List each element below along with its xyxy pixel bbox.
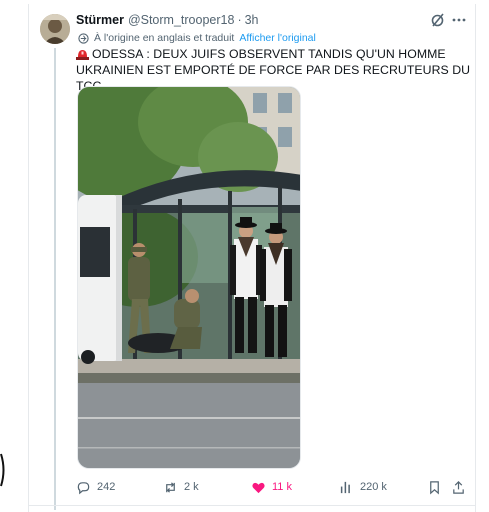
- speech-bubble-icon: [77, 481, 90, 494]
- translation-note: À l'origine en anglais et traduit: [94, 32, 235, 44]
- author-handle[interactable]: @Storm_trooper18: [128, 13, 235, 27]
- like-count: 11 k: [272, 481, 292, 493]
- tweet-photo[interactable]: [77, 86, 301, 469]
- views-button[interactable]: 220 k: [339, 478, 387, 496]
- author-name[interactable]: Stürmer: [76, 13, 124, 27]
- tweet-header: Stürmer @Storm_trooper18 · 3h: [76, 11, 259, 29]
- repost-arrows-icon: [166, 481, 175, 493]
- share-upload-icon: [453, 480, 464, 494]
- repost-button[interactable]: 2 k: [163, 478, 199, 496]
- bookmark-button[interactable]: [427, 478, 448, 496]
- reply-count: 242: [97, 481, 116, 493]
- police-light-emoji-icon: [76, 50, 89, 60]
- thread-connector-line: [54, 48, 56, 510]
- ellipsis-icon[interactable]: [451, 12, 467, 28]
- views-count: 220 k: [360, 481, 387, 493]
- heart-filled-icon: [252, 482, 265, 493]
- translation-notice: À l'origine en anglais et traduit Affich…: [78, 31, 316, 45]
- show-original-link[interactable]: Afficher l'original: [239, 32, 316, 44]
- next-tweet-divider: [28, 505, 476, 512]
- reply-button[interactable]: 242: [76, 478, 115, 496]
- repost-count: 2 k: [184, 481, 199, 493]
- grok-icon[interactable]: [430, 12, 446, 28]
- tweet-actions-bar: 242 2 k 11 k 220 k: [76, 478, 468, 496]
- street-scene-photo: [78, 87, 300, 468]
- tweet-timestamp[interactable]: 3h: [245, 13, 259, 27]
- bar-chart-icon: [340, 481, 350, 493]
- avatar[interactable]: [40, 14, 70, 44]
- translate-icon: [78, 32, 89, 44]
- bookmark-icon: [430, 480, 439, 494]
- separator-dot: ·: [237, 13, 242, 27]
- like-button[interactable]: 11 k: [251, 478, 292, 496]
- left-edge-fragment: [0, 450, 6, 490]
- share-button[interactable]: [451, 478, 472, 496]
